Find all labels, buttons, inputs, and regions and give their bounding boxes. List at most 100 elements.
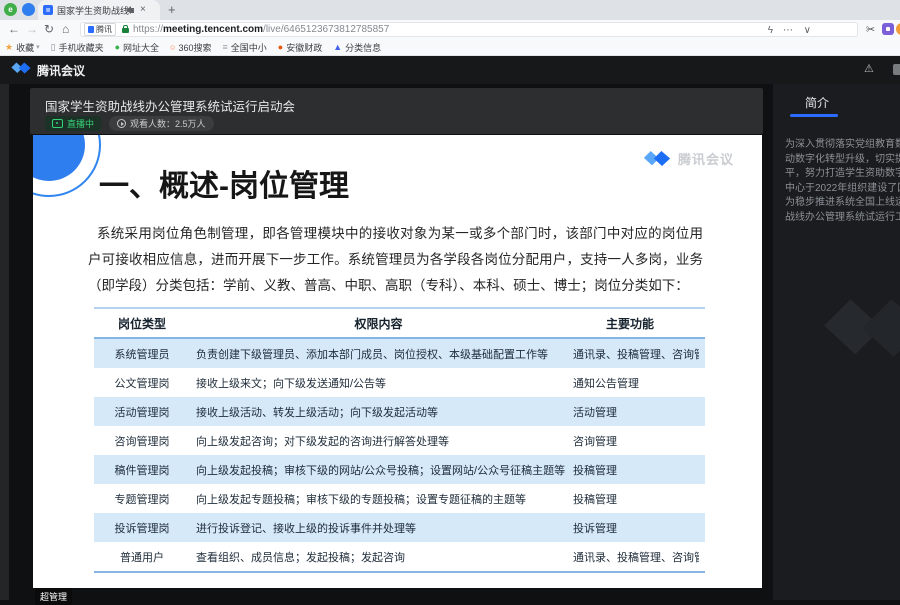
table-header-cell: 权限内容 xyxy=(190,315,567,332)
table-cell: 咨询管理岗 xyxy=(94,433,190,449)
bookmark-item[interactable]: ●网址大全 xyxy=(115,41,159,54)
browser-toolbar: ← → ↻ ⌂ 腾讯 https://meeting.tencent.com/l… xyxy=(0,20,900,39)
table-cell: 活动管理岗 xyxy=(94,404,190,420)
intro-text-line: 中心于2022年组织建设了国家学生资助战 xyxy=(785,182,900,197)
intro-text-line: 战线办公管理系统试运行工作 xyxy=(785,211,900,226)
bookmark-label: 安徽财政 xyxy=(286,41,322,54)
intro-text-line: 为稳步推进系统全国上线运行，经研究， xyxy=(785,196,900,211)
meeting-title-panel: 国家学生资助战线办公管理系统试运行启动会 直播中 观看人数：2.5万人 xyxy=(30,88,763,134)
table-row: 专题管理岗向上级发起专题投稿；审核下级的专题投稿；设置专题征稿的主题等投稿管理 xyxy=(94,484,705,513)
sidebar-watermark-logo-icon xyxy=(817,292,900,369)
table-header-row: 岗位类型 权限内容 主要功能 xyxy=(94,307,705,339)
table-header-cell: 岗位类型 xyxy=(94,315,190,332)
bookmark-icon: ▲ xyxy=(333,43,342,52)
table-cell: 系统管理员 xyxy=(94,346,190,362)
report-warning-icon[interactable]: ⚠ xyxy=(864,62,874,75)
browser-tab[interactable]: ≣ 国家学生资助战线办公管理 × xyxy=(38,0,160,20)
bookmark-icon: ● xyxy=(278,43,283,52)
table-row: 系统管理员负责创建下级管理员、添加本部门成员、岗位授权、本级基础配置工作等通讯录… xyxy=(94,339,705,368)
back-button[interactable]: ← xyxy=(8,23,20,36)
table-cell: 稿件管理岗 xyxy=(94,462,190,478)
bookmark-icon: ▯ xyxy=(51,43,56,52)
table-cell: 普通用户 xyxy=(94,549,190,565)
presenter-name-tag: 超管理 xyxy=(35,588,72,605)
table-body: 系统管理员负责创建下级管理员、添加本部门成员、岗位授权、本级基础配置工作等通讯录… xyxy=(94,339,705,573)
intro-text: 为深入贯彻落实党组教育数字化战略行动要求，动数字化转型升级，切实提高学生资助战线… xyxy=(785,138,900,225)
table-cell: 接收上级来文；向下级发送通知/公告等 xyxy=(190,375,573,391)
slide-decoration-ring xyxy=(33,135,101,197)
table-row: 活动管理岗接收上级活动、转发上级活动；向下级发起活动等活动管理 xyxy=(94,397,705,426)
tab-audio-icon[interactable] xyxy=(131,8,134,13)
tab-intro[interactable]: 简介 xyxy=(805,94,829,111)
lightning-icon[interactable]: ϟ xyxy=(768,25,773,36)
browser-tab-bar: e ≣ 国家学生资助战线办公管理 × + xyxy=(0,0,900,20)
watermark-text: 腾讯会议 xyxy=(678,149,734,168)
table-cell: 专题管理岗 xyxy=(94,491,190,507)
meeting-title: 国家学生资助战线办公管理系统试运行启动会 xyxy=(45,96,295,115)
intro-text-line: 为深入贯彻落实党组教育数字化战略行动要求， xyxy=(785,138,900,153)
more-icon[interactable]: ⋯ xyxy=(783,25,793,36)
bookmark-item[interactable]: ▲分类信息 xyxy=(333,41,381,54)
table-row: 稿件管理岗向上级发起投稿；审核下级的网站/公众号投稿；设置网站/公众号征稿主题等… xyxy=(94,455,705,484)
tab-favicon-icon: ≣ xyxy=(43,5,53,15)
url-text[interactable]: https://meeting.tencent.com/live/6465123… xyxy=(133,24,389,35)
browser-logo-icon[interactable]: e xyxy=(4,3,17,16)
table-cell: 通讯录、投稿管理、咨询管理 xyxy=(573,346,699,362)
presentation-slide[interactable]: 腾讯会议 一、概述-岗位管理 系统采用岗位角色制管理，即各管理模块中的接收对象为… xyxy=(33,135,762,588)
bookmark-item[interactable]: ○360搜索 xyxy=(170,41,211,54)
bookmark-item[interactable]: ●安徽财政 xyxy=(278,41,322,54)
table-cell: 通知公告管理 xyxy=(573,375,699,391)
account-icon[interactable] xyxy=(22,3,35,16)
viewers-badge: 观看人数：2.5万人 xyxy=(109,116,214,131)
new-tab-button[interactable]: + xyxy=(168,2,176,17)
bookmark-item[interactable]: ≡全国中小 xyxy=(223,41,267,54)
table-cell: 向上级发起专题投稿；审核下级的专题投稿；设置专题征稿的主题等 xyxy=(190,491,573,507)
intro-text-line: 平，努力打造学生资助数字化服务新生态， xyxy=(785,167,900,182)
bookmark-label: 全国中小 xyxy=(231,41,267,54)
table-cell: 投诉管理 xyxy=(573,520,699,536)
bookmark-label: 360搜索 xyxy=(178,41,211,54)
bookmark-item[interactable]: ▯手机收藏夹 xyxy=(51,41,104,54)
refresh-button[interactable]: ↻ xyxy=(44,23,54,36)
table-header-cell: 主要功能 xyxy=(567,315,693,332)
table-cell: 接收上级活动、转发上级活动；向下级发起活动等 xyxy=(190,404,573,420)
slide-heading: 一、概述-岗位管理 xyxy=(99,161,349,205)
live-icon xyxy=(52,119,63,128)
live-label: 直播中 xyxy=(67,117,94,130)
bookmark-item[interactable]: ★收藏▾ xyxy=(5,41,40,54)
table-cell: 投稿管理 xyxy=(573,491,699,507)
bookmark-label: 手机收藏夹 xyxy=(59,41,104,54)
header-clipped-icon[interactable] xyxy=(893,64,900,75)
table-cell: 投诉管理岗 xyxy=(94,520,190,536)
table-cell: 向上级发起投稿；审核下级的网站/公众号投稿；设置网站/公众号征稿主题等 xyxy=(190,462,573,478)
forward-button[interactable]: → xyxy=(26,23,38,36)
table-cell: 进行投诉登记、接收上级的投诉事件并处理等 xyxy=(190,520,573,536)
bookmark-label: 收藏 xyxy=(16,41,34,54)
table-row: 公文管理岗接收上级来文；向下级发送通知/公告等通知公告管理 xyxy=(94,368,705,397)
tab-title: 国家学生资助战线办公管理 xyxy=(57,4,129,17)
site-doc-icon xyxy=(88,26,94,33)
play-icon xyxy=(117,119,126,128)
table-cell: 通讯录、投稿管理、咨询管理 xyxy=(573,549,699,565)
table-cell: 投稿管理 xyxy=(573,462,699,478)
table-cell: 向上级发起咨询；对下级发起的咨询进行解答处理等 xyxy=(190,433,573,449)
table-row: 普通用户查看组织、成员信息；发起投稿；发起咨询通讯录、投稿管理、咨询管理 xyxy=(94,542,705,571)
address-bar[interactable]: 腾讯 https://meeting.tencent.com/live/6465… xyxy=(80,22,858,37)
extension-icon[interactable] xyxy=(882,23,894,35)
screenshot-scissors-icon[interactable]: ✂ xyxy=(866,23,875,36)
bookmark-caret-icon[interactable]: ▾ xyxy=(36,43,40,51)
table-cell: 活动管理 xyxy=(573,404,699,420)
meeting-header: 腾讯会议 ⚠ xyxy=(0,56,900,84)
site-identity-badge[interactable]: 腾讯 xyxy=(84,23,116,36)
intro-text-line: 动数字化转型升级，切实提高学生资助战线 xyxy=(785,153,900,168)
home-button[interactable]: ⌂ xyxy=(62,23,69,36)
tab-close-icon[interactable]: × xyxy=(140,5,146,15)
watermark-logo-icon xyxy=(642,149,672,168)
ssl-lock-icon[interactable] xyxy=(122,28,129,33)
info-sidebar: 简介 为深入贯彻落实党组教育数字化战略行动要求，动数字化转型升级，切实提高学生资… xyxy=(773,84,900,600)
slide-paragraph: 系统采用岗位角色制管理，即各管理模块中的接收对象为某一或多个部门时，该部门中对应… xyxy=(88,221,703,299)
bookmark-icon: ★ xyxy=(5,43,13,52)
chevron-down-icon[interactable]: ∨ xyxy=(804,25,811,36)
bookmark-label: 分类信息 xyxy=(345,41,381,54)
table-cell: 公文管理岗 xyxy=(94,375,190,391)
